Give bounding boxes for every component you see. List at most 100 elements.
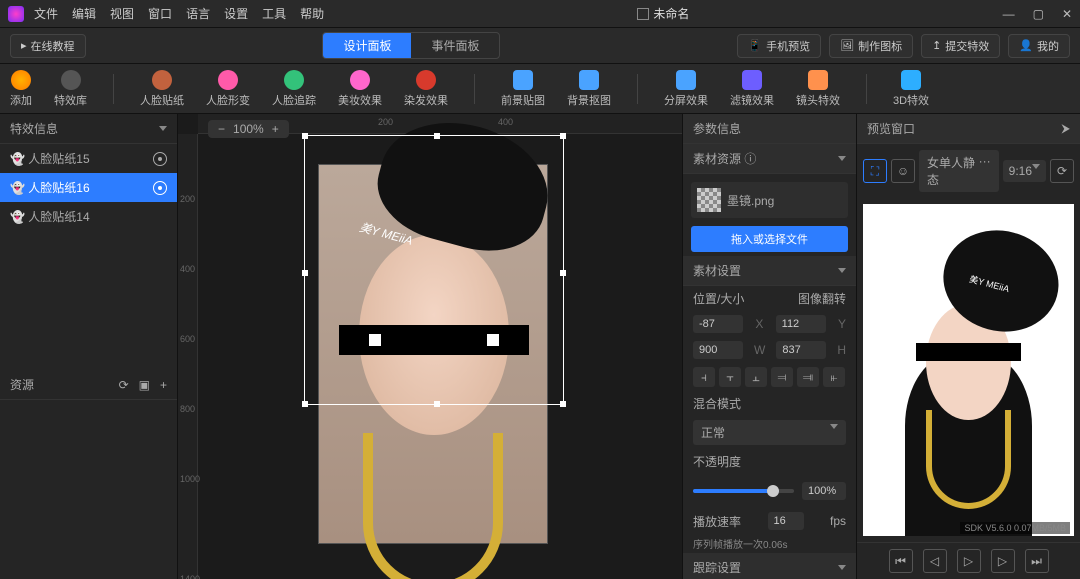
tool-lens[interactable]: 镜头特效 (796, 70, 840, 108)
zoom-out-icon[interactable]: − (218, 122, 225, 136)
align-buttons: ⫞ ⫟ ⫠ ⫤ ⫥ ⫦ (683, 363, 856, 391)
layer-item[interactable]: 👻 人脸贴纸16 (0, 173, 177, 202)
param-info-header: 参数信息 (683, 114, 856, 144)
step-back-button[interactable]: ◁ (923, 549, 947, 573)
menu-edit[interactable]: 编辑 (72, 5, 96, 22)
close-button[interactable]: ✕ (1062, 7, 1072, 21)
tool-add[interactable]: 添加 (10, 70, 32, 108)
preview-mode-select[interactable]: 女单人静态··· (919, 150, 999, 192)
play-button[interactable]: ▷ (957, 549, 981, 573)
checker-icon (697, 188, 721, 212)
align-bottom-button[interactable]: ⫦ (823, 367, 845, 387)
layer-item[interactable]: 👻 人脸贴纸15 (0, 144, 177, 173)
menu-bar: 文件 编辑 视图 窗口 语言 设置 工具 帮助 (34, 5, 324, 22)
img-flip-label: 图像翻转 (798, 290, 846, 307)
document-icon (637, 8, 649, 20)
mine-button[interactable]: 👤 我的 (1008, 34, 1070, 58)
tool-filter[interactable]: 滤镜效果 (730, 70, 774, 108)
material-settings-header[interactable]: 素材设置 (683, 256, 856, 286)
tool-face-sticker[interactable]: 人脸贴纸 (140, 70, 184, 108)
drag-select-button[interactable]: 拖入或选择文件 (691, 226, 848, 252)
width-input[interactable] (693, 341, 743, 359)
effects-info-header: 特效信息 (0, 114, 177, 144)
tool-makeup[interactable]: 美妆效果 (338, 70, 382, 108)
minimize-button[interactable]: — (1003, 7, 1015, 21)
height-input[interactable] (776, 341, 826, 359)
ruler-vertical: 200 400 600 800 1000 1400 (178, 134, 198, 579)
pos-x-input[interactable] (693, 315, 743, 333)
phone-preview-button[interactable]: 📱 手机预览 (737, 34, 821, 58)
document-title: 未命名 (324, 5, 1002, 22)
tab-event[interactable]: 事件面板 (411, 33, 499, 58)
preview-window-header: 预览窗口⮞ (857, 114, 1080, 144)
divider (866, 74, 867, 104)
pos-y-input[interactable] (776, 315, 826, 333)
opacity-value[interactable] (802, 482, 846, 500)
prev-frame-button[interactable]: ⏮ (889, 549, 913, 573)
blend-mode-select[interactable]: 正常 (693, 420, 846, 445)
menu-window[interactable]: 窗口 (148, 5, 172, 22)
transport-controls: ⏮ ◁ ▷ ▷ ⏭ (857, 542, 1080, 579)
menu-file[interactable]: 文件 (34, 5, 58, 22)
next-frame-button[interactable]: ⏭ (1025, 549, 1049, 573)
tool-face-track[interactable]: 人脸追踪 (272, 70, 316, 108)
maximize-button[interactable]: ▢ (1033, 7, 1044, 21)
aspect-ratio-select[interactable]: 9:16 (1003, 160, 1046, 182)
selection-box[interactable] (304, 135, 564, 405)
tool-split[interactable]: 分屏效果 (664, 70, 708, 108)
chevron-down-icon (838, 156, 846, 161)
preview-face-icon[interactable]: ☺ (891, 159, 915, 183)
track-settings-header[interactable]: 跟踪设置 (683, 553, 856, 579)
menu-language[interactable]: 语言 (186, 5, 210, 22)
tool-3d[interactable]: 3D特效 (893, 70, 929, 108)
preview-person-icon[interactable]: ⛶ (863, 159, 887, 183)
play-rate-label: 播放速率 (693, 513, 741, 530)
folder-icon[interactable]: ▣ (139, 378, 150, 392)
divider (474, 74, 475, 104)
online-tutorial-button[interactable]: ▸ 在线教程 (10, 34, 86, 58)
expand-icon[interactable]: ⮞ (1061, 121, 1070, 136)
tool-bg-cut[interactable]: 背景抠图 (567, 70, 611, 108)
zoom-control[interactable]: − 100% + (208, 120, 289, 138)
align-center-v-button[interactable]: ⫥ (797, 367, 819, 387)
menu-view[interactable]: 视图 (110, 5, 134, 22)
align-right-button[interactable]: ⫠ (745, 367, 767, 387)
canvas[interactable]: 200 400 200 400 600 800 1000 1400 − 100%… (178, 114, 682, 579)
align-top-button[interactable]: ⫤ (771, 367, 793, 387)
tool-hair[interactable]: 染发效果 (404, 70, 448, 108)
play-rate-input[interactable] (768, 512, 804, 530)
layer-item[interactable]: 👻 人脸贴纸14 (0, 202, 177, 231)
fps-label: fps (830, 514, 846, 528)
material-file[interactable]: 墨镜.png (691, 182, 848, 218)
menu-tools[interactable]: 工具 (262, 5, 286, 22)
chevron-down-icon[interactable] (159, 126, 167, 131)
menu-help[interactable]: 帮助 (300, 5, 324, 22)
tab-design[interactable]: 设计面板 (323, 33, 411, 58)
chevron-down-icon (838, 268, 846, 273)
refresh-icon[interactable]: ⟳ (119, 378, 129, 392)
refresh-preview-icon[interactable]: ⟳ (1050, 159, 1074, 183)
menu-settings[interactable]: 设置 (224, 5, 248, 22)
align-left-button[interactable]: ⫞ (693, 367, 715, 387)
panel-tabs: 设计面板 事件面板 (322, 32, 500, 59)
submit-effect-button[interactable]: ↥ 提交特效 (921, 34, 1000, 58)
visibility-icon[interactable] (153, 181, 167, 195)
pos-size-label: 位置/大小 (693, 290, 744, 307)
visibility-icon[interactable] (153, 152, 167, 166)
tool-foreground[interactable]: 前景贴图 (501, 70, 545, 108)
tool-library[interactable]: 特效库 (54, 70, 87, 108)
preview-image: 美Y MEiiA SDK V5.6.0 0.07MB/5MB (863, 204, 1074, 536)
chevron-down-icon (838, 565, 846, 570)
sdk-version: SDK V5.6.0 0.07MB/5MB (960, 522, 1070, 534)
canvas-image[interactable]: 美Y MEiiA (318, 164, 548, 544)
add-icon[interactable]: + (160, 378, 167, 392)
tool-face-morph[interactable]: 人脸形变 (206, 70, 250, 108)
step-forward-button[interactable]: ▷ (991, 549, 1015, 573)
app-logo (8, 6, 24, 22)
zoom-value: 100% (233, 122, 264, 136)
zoom-in-icon[interactable]: + (272, 122, 279, 136)
material-resource-header[interactable]: 素材资源 ⓘ (683, 144, 856, 174)
make-icon-button[interactable]: 🖼 制作图标 (829, 34, 913, 58)
opacity-slider[interactable] (693, 489, 794, 493)
align-center-h-button[interactable]: ⫟ (719, 367, 741, 387)
